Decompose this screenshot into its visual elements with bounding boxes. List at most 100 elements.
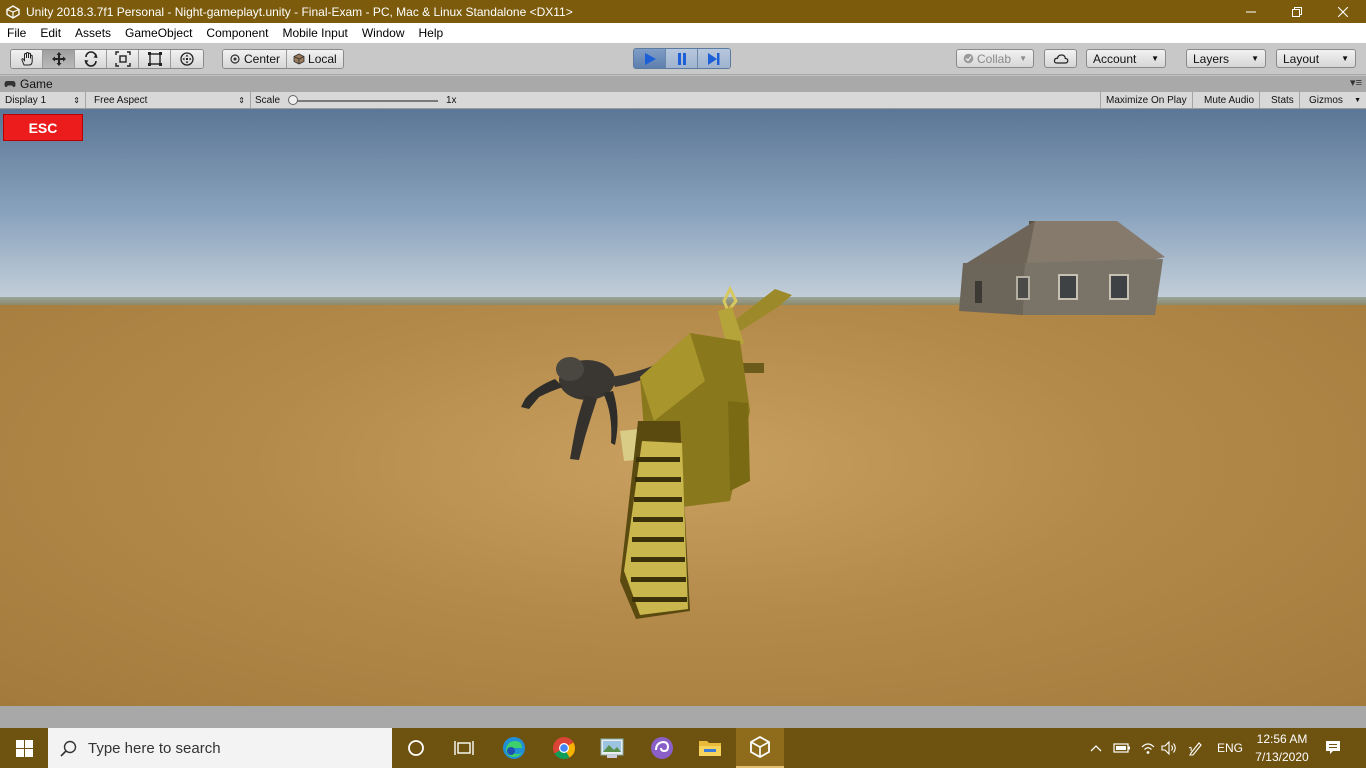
scale-slider-thumb[interactable] <box>288 95 298 105</box>
menu-component[interactable]: Component <box>199 23 275 43</box>
menu-file[interactable]: File <box>0 23 33 43</box>
start-button[interactable] <box>0 728 48 768</box>
rect-icon <box>147 52 162 66</box>
windows-icon <box>15 739 33 757</box>
restore-button[interactable] <box>1274 0 1320 23</box>
menu-gameobject[interactable]: GameObject <box>118 23 199 43</box>
file-explorer-button[interactable] <box>686 728 734 768</box>
rect-tool-button[interactable] <box>139 50 171 68</box>
display-label: Display 1 <box>5 95 47 106</box>
collab-dropdown[interactable]: Collab ▼ <box>956 49 1034 68</box>
edge-button[interactable] <box>490 728 538 768</box>
notification-icon <box>1326 741 1340 754</box>
unity-app-icon <box>5 4 21 20</box>
scale-tool-button[interactable] <box>107 50 139 68</box>
layout-dropdown[interactable]: Layout ▼ <box>1276 49 1356 68</box>
updown-icon: ⇕ <box>238 96 245 105</box>
chrome-icon <box>553 737 575 759</box>
game-tab-bar: Game ▾≡ <box>0 76 1366 92</box>
task-view-icon <box>454 741 474 755</box>
volume-button[interactable] <box>1158 728 1182 768</box>
aspect-dropdown[interactable]: Free Aspect ⇕ <box>89 92 251 109</box>
pen-button[interactable] <box>1184 728 1208 768</box>
esc-button[interactable]: ESC <box>3 114 83 141</box>
pause-button[interactable] <box>666 49 698 68</box>
pause-icon <box>677 52 686 65</box>
pivot-local-toggle[interactable]: Local <box>287 50 343 68</box>
scale-slider-track[interactable] <box>292 100 438 102</box>
pivot-center-toggle[interactable]: Center <box>223 50 288 68</box>
pivot-center-label: Center <box>244 52 281 66</box>
collab-label: Collab <box>977 51 1012 66</box>
chevron-down-icon: ▼ <box>1341 54 1349 63</box>
scale-value: 1x <box>446 95 457 106</box>
pen-icon <box>1188 742 1202 756</box>
photos-button[interactable] <box>588 728 636 768</box>
language-indicator[interactable]: ENG <box>1212 728 1248 768</box>
weapon-model <box>620 285 792 619</box>
title-bar: Unity 2018.3.7f1 Personal - Night-gamepl… <box>0 0 1366 23</box>
cloud-button[interactable] <box>1044 49 1077 68</box>
scale-icon <box>114 51 131 67</box>
network-button[interactable] <box>1136 728 1160 768</box>
chevron-down-icon: ▼ <box>1019 54 1027 63</box>
taskbar-search-box[interactable]: Type here to search <box>48 728 392 768</box>
account-dropdown[interactable]: Account ▼ <box>1086 49 1166 68</box>
search-icon <box>48 740 88 757</box>
clock-date: 7/13/2020 <box>1255 750 1309 764</box>
battery-button[interactable] <box>1110 728 1134 768</box>
chevron-down-icon: ▼ <box>1354 97 1361 104</box>
menu-edit[interactable]: Edit <box>33 23 68 43</box>
tab-menu-icon[interactable]: ▾≡ <box>1350 76 1362 89</box>
cortana-icon <box>408 740 424 756</box>
hand-icon <box>20 51 33 66</box>
menu-help[interactable]: Help <box>412 23 451 43</box>
editor-status-strip <box>0 706 1366 728</box>
cortana-button[interactable] <box>392 728 440 768</box>
mute-audio-toggle[interactable]: Mute Audio <box>1199 92 1261 109</box>
pivot-center-icon <box>230 54 240 64</box>
file-explorer-icon <box>699 741 721 756</box>
layers-dropdown[interactable]: Layers ▼ <box>1186 49 1266 68</box>
chrome-button[interactable] <box>540 728 588 768</box>
rotate-tool-button[interactable] <box>75 50 107 68</box>
clock[interactable]: 12:56 AM 7/13/2020 <box>1248 730 1316 766</box>
search-placeholder: Type here to search <box>88 739 221 757</box>
action-center-button[interactable] <box>1318 728 1348 768</box>
unity-taskbar-button[interactable] <box>736 728 784 768</box>
game-viewport[interactable]: ESC <box>0 109 1366 706</box>
pivot-toggles: Center Local <box>222 49 344 69</box>
menu-mobile-input[interactable]: Mobile Input <box>275 23 354 43</box>
maximize-on-play-toggle[interactable]: Maximize On Play <box>1100 92 1193 109</box>
layers-label: Layers <box>1193 51 1230 66</box>
play-button[interactable] <box>634 49 666 68</box>
menu-window[interactable]: Window <box>355 23 412 43</box>
chevron-down-icon: ▼ <box>1151 54 1159 63</box>
show-hidden-icons-button[interactable] <box>1086 728 1106 768</box>
close-button[interactable] <box>1320 0 1366 23</box>
move-tool-button[interactable] <box>43 50 75 68</box>
transform-icon <box>180 52 194 66</box>
hand-tool-button[interactable] <box>11 50 43 68</box>
step-button[interactable] <box>698 49 730 68</box>
display-dropdown[interactable]: Display 1 ⇕ <box>0 92 86 109</box>
tab-game[interactable]: Game <box>4 76 53 92</box>
minimize-button[interactable] <box>1228 0 1274 23</box>
tab-game-label: Game <box>20 77 53 91</box>
gizmos-dropdown[interactable]: Gizmos ▼ <box>1304 92 1366 109</box>
menu-bar: File Edit Assets GameObject Component Mo… <box>0 23 1366 43</box>
scale-label: Scale <box>255 95 281 106</box>
transform-tool-button[interactable] <box>171 50 203 68</box>
menu-assets[interactable]: Assets <box>68 23 118 43</box>
layout-label: Layout <box>1283 51 1320 66</box>
app-button[interactable] <box>638 728 686 768</box>
wifi-icon <box>1141 743 1155 754</box>
cloud-icon <box>1053 53 1068 64</box>
rotate-icon <box>84 51 97 67</box>
move-icon <box>51 52 66 66</box>
clock-time: 12:56 AM <box>1256 732 1308 746</box>
chevron-up-icon <box>1090 745 1102 752</box>
battery-icon <box>1113 743 1130 753</box>
stats-toggle[interactable]: Stats <box>1266 92 1300 109</box>
task-view-button[interactable] <box>440 728 488 768</box>
